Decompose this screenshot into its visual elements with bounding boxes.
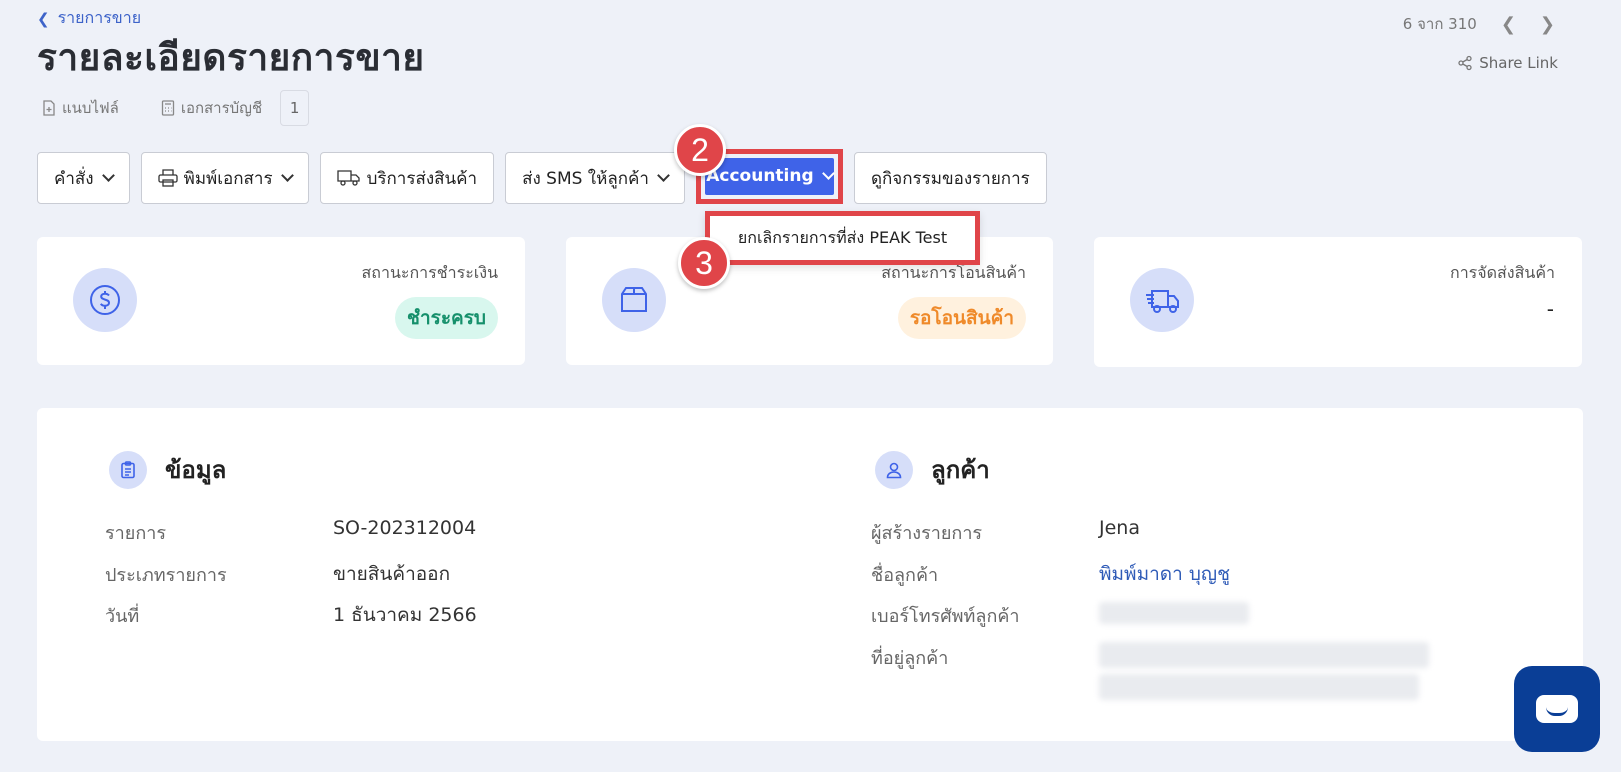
- info-row-label: รายการ: [105, 523, 166, 544]
- command-button[interactable]: คำสั่ง: [37, 152, 130, 204]
- box-icon: [621, 287, 647, 312]
- print-document-label: พิมพ์เอกสาร: [183, 168, 273, 189]
- payment-status-card: สถานะการชำระเงิน ชำระครบ: [37, 237, 525, 365]
- page-title: รายละเอียดรายการขาย: [37, 36, 425, 79]
- share-icon: [1458, 55, 1472, 71]
- customer-address-redacted-line2: [1099, 674, 1419, 700]
- chevron-down-icon: [821, 167, 835, 180]
- attach-file-label: แนบไฟล์: [62, 99, 119, 117]
- pager: 6 จาก 310 ❮ ❯: [1403, 12, 1555, 36]
- chat-widget-button[interactable]: [1514, 666, 1600, 752]
- transfer-icon-circle: [602, 268, 666, 332]
- send-sms-button[interactable]: ส่ง SMS ให้ลูกค้า: [505, 152, 685, 204]
- printer-icon: [157, 169, 178, 187]
- info-section-title: ข้อมูล: [165, 456, 227, 484]
- payment-status-badge: ชำระครบ: [395, 297, 498, 339]
- accounting-button[interactable]: Accounting: [704, 157, 835, 195]
- accounting-docs-label: เอกสารบัญชี: [180, 99, 263, 117]
- customer-phone-redacted: [1099, 602, 1249, 624]
- transfer-status-badge: รอโอนสินค้า: [897, 297, 1026, 339]
- delivery-status-value: -: [1546, 297, 1554, 321]
- info-section-header: ข้อมูล: [109, 450, 226, 489]
- delivery-icon-circle: [1130, 268, 1194, 332]
- accounting-label: Accounting: [706, 166, 814, 186]
- share-link-button[interactable]: Share Link: [1457, 54, 1558, 72]
- next-record-button[interactable]: ❯: [1540, 14, 1555, 35]
- cancel-peak-test-menu-item[interactable]: ยกเลิกรายการที่ส่ง PEAK Test: [705, 211, 980, 265]
- customer-section-header: ลูกค้า: [875, 450, 990, 489]
- detail-panel: ข้อมูล รายการ SO-202312004 ประเภทรายการ …: [37, 408, 1583, 741]
- info-row-value: ขายสินค้าออก: [333, 563, 451, 585]
- chat-icon: [1536, 695, 1578, 723]
- clipboard-icon: [109, 450, 147, 489]
- delivery-truck-icon: [1146, 290, 1179, 313]
- payment-icon-circle: [73, 268, 137, 332]
- user-icon: [875, 450, 913, 489]
- customer-row-label: ผู้สร้างรายการ: [871, 523, 983, 544]
- customer-row-label: ที่อยู่ลูกค้า: [871, 648, 949, 669]
- chevron-down-icon: [657, 169, 670, 182]
- toolbar: คำสั่ง พิมพ์เอกสาร บริการส่งสินค้า ส่ง S…: [37, 148, 1047, 204]
- accounting-docs-link[interactable]: เอกสารบัญชี: [161, 96, 262, 120]
- docs-count-badge: 1: [280, 90, 310, 126]
- print-document-button[interactable]: พิมพ์เอกสาร: [140, 152, 309, 204]
- info-row-value: SO-202312004: [333, 517, 477, 539]
- customer-row-label: เบอร์โทรศัพท์ลูกค้า: [871, 606, 1020, 627]
- shipping-service-label: บริการส่งสินค้า: [366, 168, 478, 189]
- chevron-down-icon: [101, 169, 115, 182]
- send-sms-label: ส่ง SMS ให้ลูกค้า: [522, 168, 649, 189]
- customer-row-label: ชื่อลูกค้า: [871, 565, 939, 586]
- customer-row-value: Jena: [1099, 517, 1140, 539]
- pager-text: 6 จาก 310: [1402, 15, 1477, 33]
- share-link-label: Share Link: [1479, 54, 1558, 72]
- prev-record-button[interactable]: ❮: [1501, 14, 1516, 35]
- info-row-label: วันที่: [105, 606, 140, 627]
- truck-icon: [336, 170, 360, 186]
- delivery-status-label: การจัดส่งสินค้า: [1450, 263, 1555, 282]
- view-activity-label: ดูกิจกรรมของรายการ: [870, 168, 1030, 189]
- step-2-marker: 2: [674, 124, 726, 176]
- meta-row: แนบไฟล์ เอกสารบัญชี 1: [42, 90, 310, 126]
- chevron-down-icon: [280, 169, 294, 182]
- shipping-service-button[interactable]: บริการส่งสินค้า: [319, 152, 495, 204]
- customer-section-title: ลูกค้า: [931, 456, 990, 484]
- file-plus-icon: [43, 100, 55, 116]
- attach-file-link[interactable]: แนบไฟล์: [42, 96, 119, 120]
- info-row-label: ประเภทรายการ: [105, 565, 227, 586]
- dollar-coin-icon: [90, 285, 120, 315]
- cancel-peak-test-label: ยกเลิกรายการที่ส่ง PEAK Test: [737, 227, 948, 247]
- step-3-marker: 3: [678, 237, 730, 289]
- chevron-left-icon: ❮: [37, 9, 50, 28]
- customer-name-link[interactable]: พิมพ์มาดา บุญชู: [1099, 559, 1230, 589]
- payment-status-label: สถานะการชำระเงิน: [361, 263, 498, 282]
- calculator-icon: [161, 100, 174, 116]
- customer-address-redacted-line1: [1099, 642, 1429, 668]
- info-row-value: 1 ธันวาคม 2566: [333, 604, 477, 626]
- view-activity-button[interactable]: ดูกิจกรรมของรายการ: [853, 152, 1047, 204]
- command-label: คำสั่ง: [54, 168, 94, 189]
- delivery-status-card: การจัดส่งสินค้า -: [1094, 237, 1582, 367]
